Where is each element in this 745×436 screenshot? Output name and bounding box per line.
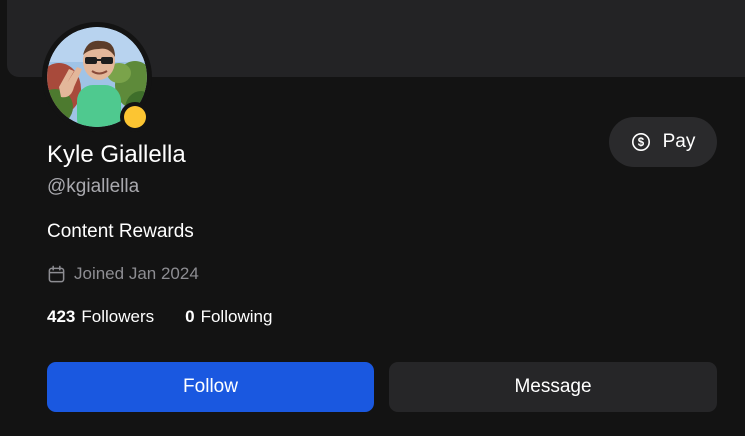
status-dot: [124, 106, 146, 128]
message-button[interactable]: Message: [389, 362, 717, 412]
profile-bio: Content Rewards: [47, 221, 194, 242]
calendar-icon: [48, 265, 65, 282]
dollar-circle-icon: $: [631, 133, 650, 151]
pay-button[interactable]: $ Pay: [609, 117, 717, 167]
svg-text:$: $: [637, 137, 644, 149]
profile-handle: @kgiallella: [47, 176, 140, 197]
followers-label: Followers: [81, 307, 155, 326]
following-count: 0: [185, 307, 195, 326]
following-stat[interactable]: 0 Following: [185, 305, 272, 329]
follow-stats: 423 Followers 0 Following: [47, 305, 272, 329]
following-label: Following: [200, 307, 273, 326]
pay-label: Pay: [662, 131, 696, 152]
profile-name: Kyle Giallella: [47, 141, 186, 168]
joined-date: Joined Jan 2024: [47, 262, 199, 286]
followers-stat[interactable]: 423 Followers: [47, 305, 154, 329]
followers-count: 423: [47, 307, 76, 326]
follow-button[interactable]: Follow: [47, 362, 374, 412]
status-indicator: [120, 102, 150, 132]
profile-page: Kyle Giallella @kgiallella Content Rewar…: [0, 0, 745, 436]
joined-label: Joined Jan 2024: [74, 264, 199, 283]
